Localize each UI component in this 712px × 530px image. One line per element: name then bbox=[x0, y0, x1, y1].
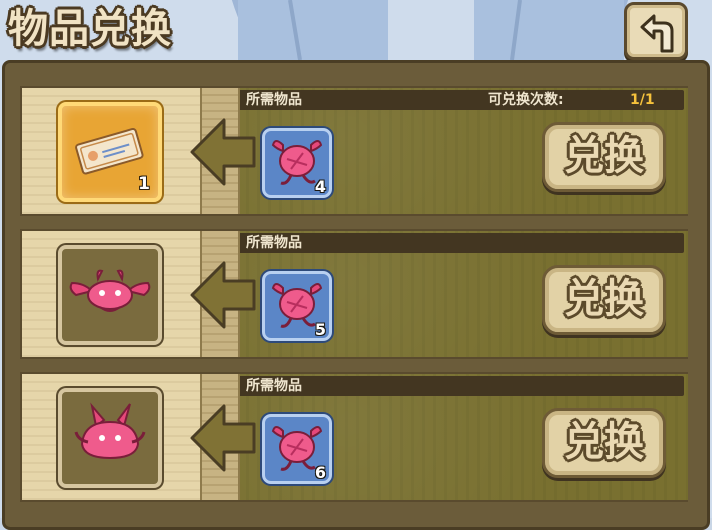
required-items-label: 所需物品 bbox=[246, 235, 302, 251]
pink-horned-creature-icon bbox=[74, 402, 146, 460]
requirement-header-bar bbox=[236, 90, 684, 110]
requirement-header-bar bbox=[236, 376, 684, 396]
required-item-slot[interactable]: 5 bbox=[262, 271, 332, 341]
pink-bat-creature-icon bbox=[69, 269, 151, 312]
exchange-limit-value: 1/1 bbox=[630, 92, 655, 108]
back-arrow-icon bbox=[640, 14, 674, 53]
back-button[interactable] bbox=[624, 2, 688, 60]
required-count: 5 bbox=[314, 320, 326, 339]
exchange-button[interactable]: 兑换 bbox=[542, 265, 666, 335]
page-title: 物品兑换 bbox=[8, 6, 172, 52]
required-items-label: 所需物品 bbox=[246, 378, 302, 394]
exchange-row: 所需物品 6 兑换 bbox=[20, 372, 688, 502]
reward-item-slot[interactable] bbox=[58, 388, 162, 488]
left-arrow-icon bbox=[190, 118, 256, 186]
left-arrow-icon bbox=[190, 404, 256, 472]
reward-count: 1 bbox=[138, 174, 150, 194]
requirement-header-bar bbox=[236, 233, 684, 253]
exchange-row: 所需物品 可兑换次数: 1/1 1 4 兑换 bbox=[20, 86, 688, 216]
exchange-row: 所需物品 5 兑换 bbox=[20, 229, 688, 359]
exchange-limit-label: 可兑换次数: bbox=[488, 92, 564, 108]
required-items-label: 所需物品 bbox=[246, 92, 302, 108]
left-arrow-icon bbox=[190, 261, 256, 329]
required-count: 4 bbox=[314, 177, 326, 196]
reward-item-slot[interactable] bbox=[58, 245, 162, 345]
exchange-button[interactable]: 兑换 bbox=[542, 408, 666, 478]
exchange-button[interactable]: 兑换 bbox=[542, 122, 666, 192]
required-count: 6 bbox=[314, 463, 326, 482]
reward-item-slot[interactable]: 1 bbox=[58, 102, 162, 202]
required-item-slot[interactable]: 6 bbox=[262, 414, 332, 484]
required-item-slot[interactable]: 4 bbox=[262, 128, 332, 198]
